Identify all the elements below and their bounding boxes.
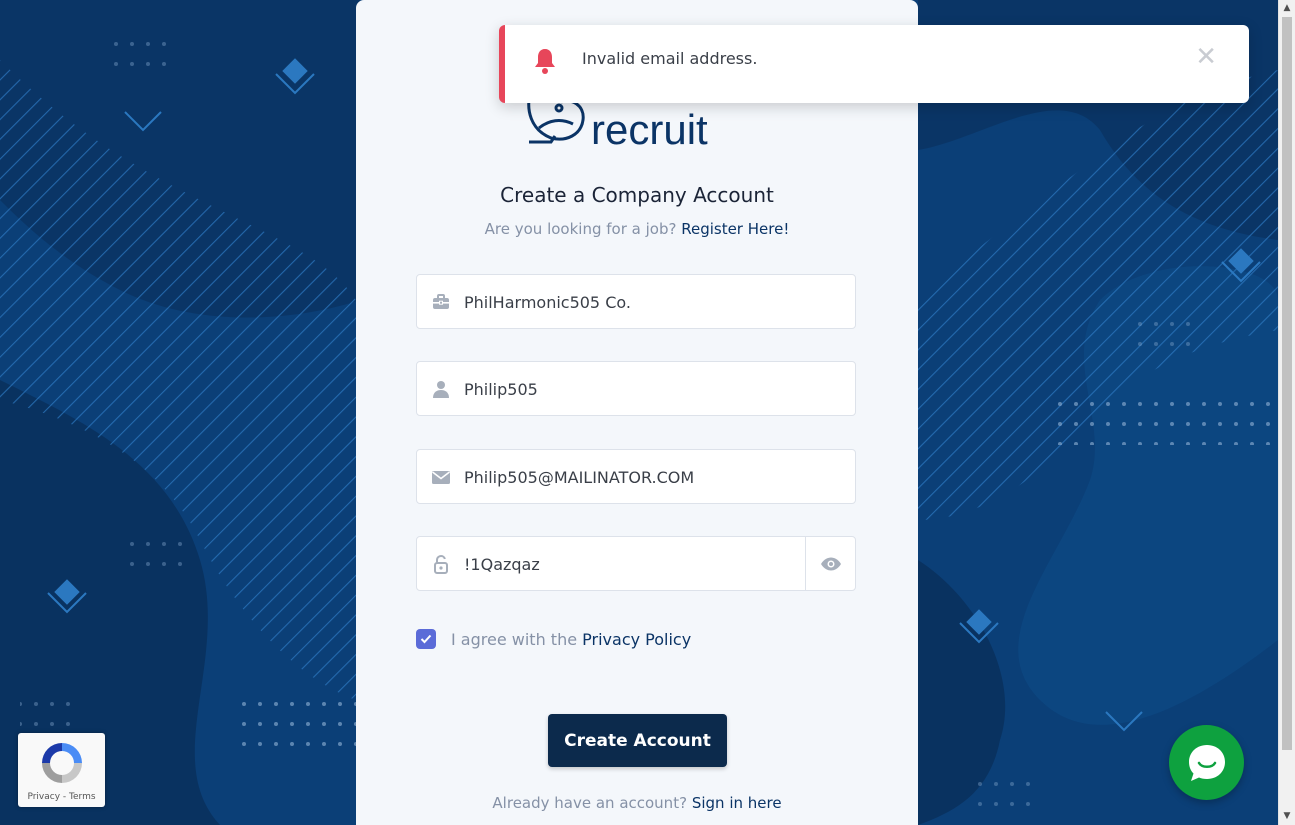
email-field[interactable] (416, 449, 856, 505)
privacy-agreement: I agree with the Privacy Policy (416, 628, 691, 650)
register-here-link[interactable]: Register Here! (681, 220, 789, 238)
sign-in-link[interactable]: Sign in here (692, 794, 782, 812)
recaptcha-terms-link[interactable]: Terms (69, 792, 96, 802)
username-field[interactable] (416, 361, 856, 417)
recaptcha-links: Privacy - Terms (18, 792, 105, 802)
username-input[interactable] (462, 362, 846, 417)
sign-in-prompt: Already have an account? Sign in here (356, 794, 918, 812)
envelope-icon (432, 471, 450, 484)
svg-text:recruit: recruit (591, 106, 708, 150)
chat-widget-button[interactable] (1169, 725, 1244, 800)
page-title: Create a Company Account (500, 183, 774, 207)
toast-message: Invalid email address. (582, 49, 758, 68)
scroll-up-arrow-icon[interactable]: ▲ (1279, 0, 1295, 17)
chat-bubble-icon (1188, 744, 1225, 781)
sign-in-prompt-text: Already have an account? (492, 794, 688, 812)
bell-icon (535, 49, 555, 74)
recaptcha-privacy-link[interactable]: Privacy (27, 792, 60, 802)
error-toast: Invalid email address. ✕ (499, 25, 1249, 103)
agree-prefix: I agree with the (451, 629, 578, 649)
password-input[interactable] (462, 537, 806, 592)
job-seeker-prompt-text: Are you looking for a job? (484, 220, 677, 238)
privacy-policy-link[interactable]: Privacy Policy (582, 630, 691, 649)
signup-card: raven recruit Create a Company Account A… (356, 0, 918, 825)
close-icon[interactable]: ✕ (1195, 43, 1217, 71)
recaptcha-badge[interactable]: Privacy - Terms (18, 733, 105, 807)
checkmark-icon (420, 634, 432, 644)
company-name-input[interactable] (462, 275, 846, 330)
recaptcha-icon (42, 743, 82, 783)
company-name-field[interactable] (416, 274, 856, 330)
recaptcha-separator: - (62, 792, 67, 802)
briefcase-icon (433, 294, 449, 309)
eye-icon (820, 557, 841, 570)
password-field[interactable] (416, 536, 856, 592)
user-icon (433, 381, 449, 398)
agree-text: I agree with the Privacy Policy (451, 630, 691, 649)
email-input[interactable] (462, 450, 846, 505)
agree-checkbox[interactable] (416, 629, 436, 649)
scrollbar-thumb[interactable] (1282, 17, 1292, 750)
create-account-button[interactable]: Create Account (548, 714, 727, 767)
toggle-password-visibility-button[interactable] (805, 537, 855, 590)
page-scrollbar[interactable]: ▲ ▼ (1278, 0, 1295, 825)
scroll-down-arrow-icon[interactable]: ▼ (1279, 808, 1295, 825)
unlock-icon (434, 554, 448, 574)
job-seeker-prompt: Are you looking for a job? Register Here… (356, 220, 918, 238)
